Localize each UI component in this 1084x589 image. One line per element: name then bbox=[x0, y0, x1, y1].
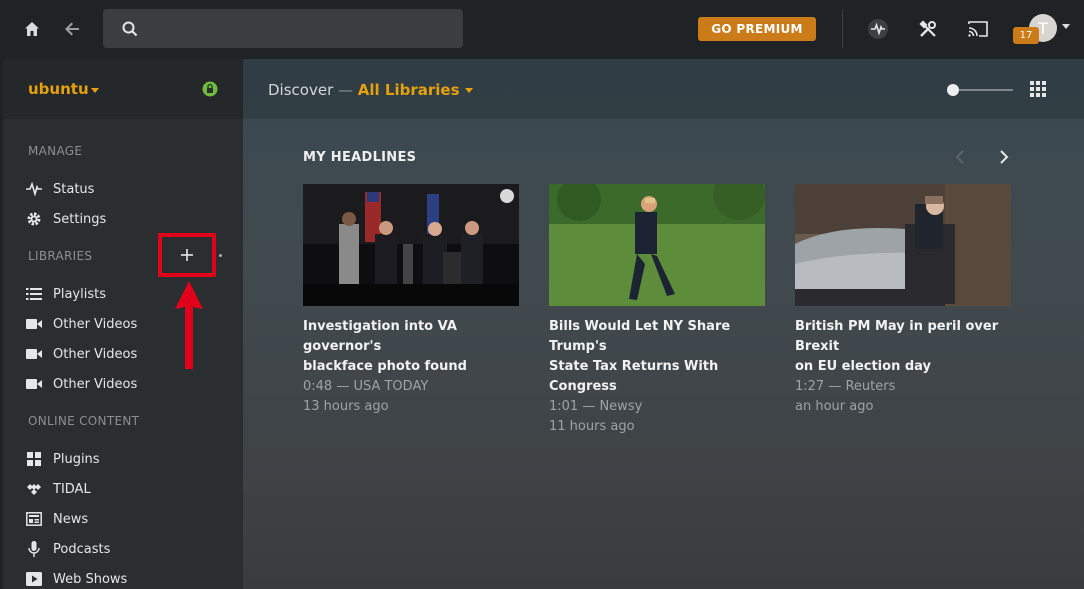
go-premium-button[interactable]: GO PREMIUM bbox=[698, 17, 816, 41]
headline-title[interactable]: Bills Would Let NY Share Trump's State T… bbox=[549, 317, 765, 397]
breadcrumb: Discover — All Libraries bbox=[268, 81, 473, 99]
chevron-left-icon[interactable] bbox=[951, 148, 969, 166]
headline-time: an hour ago bbox=[795, 399, 874, 414]
chevron-right-icon[interactable] bbox=[995, 148, 1013, 166]
headline-title-line: Bills Would Let NY Share Trump's bbox=[549, 319, 731, 354]
headline-title-line: Investigation into VA governor's bbox=[303, 319, 457, 354]
video-icon bbox=[25, 375, 43, 393]
headline-card[interactable]: Bills Would Let NY Share Trump's State T… bbox=[549, 184, 765, 437]
back-icon[interactable] bbox=[60, 17, 84, 41]
headline-title-line: blackface photo found bbox=[303, 359, 467, 374]
video-icon bbox=[25, 345, 43, 363]
poster-size-slider[interactable] bbox=[953, 89, 1013, 91]
chevron-down-icon[interactable] bbox=[1062, 24, 1070, 29]
tools-icon[interactable] bbox=[916, 17, 940, 41]
sidebar-item-label: Other Videos bbox=[53, 376, 138, 392]
grid-view-icon[interactable] bbox=[1030, 81, 1046, 97]
sidebar-item-label: Podcasts bbox=[53, 541, 111, 557]
headline-source: 0:48 — USA TODAY bbox=[303, 379, 429, 394]
sidebar-item-news[interactable]: News bbox=[25, 508, 225, 530]
search-icon bbox=[122, 21, 138, 37]
main-content: Discover — All Libraries MY HEADLINES In… bbox=[243, 59, 1084, 589]
section-title[interactable]: MY HEADLINES bbox=[303, 150, 416, 165]
news-icon bbox=[25, 510, 43, 528]
headline-thumbnail[interactable] bbox=[795, 184, 1011, 306]
sidebar-item-label: Settings bbox=[53, 211, 107, 227]
tidal-icon bbox=[25, 480, 43, 498]
play-icon bbox=[25, 570, 43, 588]
headline-card[interactable]: Investigation into VA governor's blackfa… bbox=[303, 184, 519, 417]
headline-title-line: State Tax Returns With Congress bbox=[549, 359, 719, 394]
top-bar: GO PREMIUM T 17 bbox=[0, 0, 1084, 59]
list-icon bbox=[25, 285, 43, 303]
headline-title[interactable]: British PM May in peril over Brexit on E… bbox=[795, 317, 1011, 377]
headline-thumbnail[interactable] bbox=[303, 184, 519, 306]
sidebar-item-label: Web Shows bbox=[53, 571, 128, 587]
more-icon[interactable] bbox=[219, 254, 222, 257]
sidebar-item-label: News bbox=[53, 511, 89, 527]
sidebar-item-plugins[interactable]: Plugins bbox=[25, 448, 225, 470]
toolbar-divider bbox=[842, 10, 843, 48]
sidebar-item-podcasts[interactable]: Podcasts bbox=[25, 538, 225, 560]
headline-source: 1:01 — Newsy bbox=[549, 399, 643, 414]
section-title-libraries: LIBRARIES bbox=[28, 249, 93, 263]
server-name[interactable]: ubuntu bbox=[28, 80, 89, 98]
sidebar-item-other-videos[interactable]: Other Videos bbox=[25, 343, 225, 365]
headline-thumbnail[interactable] bbox=[549, 184, 765, 306]
cast-icon[interactable] bbox=[966, 17, 990, 41]
slider-handle[interactable] bbox=[947, 84, 959, 96]
section-title-online-content: ONLINE CONTENT bbox=[28, 414, 140, 428]
home-icon[interactable] bbox=[20, 17, 44, 41]
search-input[interactable] bbox=[147, 17, 447, 41]
headline-title-line: British PM May in peril over Brexit bbox=[795, 319, 999, 354]
headline-card[interactable]: British PM May in peril over Brexit on E… bbox=[795, 184, 1011, 417]
sidebar: ubuntu MANAGE Status Settings LIBRARIES … bbox=[3, 59, 243, 589]
headline-title[interactable]: Investigation into VA governor's blackfa… bbox=[303, 317, 519, 377]
activity-icon bbox=[25, 180, 43, 198]
plus-icon bbox=[181, 249, 193, 261]
sidebar-item-label: Status bbox=[53, 181, 95, 197]
headline-time: 11 hours ago bbox=[549, 419, 635, 434]
microphone-icon bbox=[25, 540, 43, 558]
notification-badge: 17 bbox=[1013, 27, 1039, 44]
breadcrumb-separator: — bbox=[338, 81, 354, 99]
main-header: Discover — All Libraries bbox=[243, 59, 1084, 119]
add-library-button[interactable] bbox=[158, 233, 216, 277]
section-title-manage: MANAGE bbox=[28, 144, 83, 158]
sidebar-item-label: Plugins bbox=[53, 451, 100, 467]
activity-icon[interactable] bbox=[866, 17, 890, 41]
chevron-down-icon[interactable] bbox=[464, 88, 473, 93]
sidebar-item-tidal[interactable]: TIDAL bbox=[25, 478, 225, 500]
headline-time: 13 hours ago bbox=[303, 399, 389, 414]
chevron-down-icon[interactable] bbox=[91, 88, 99, 93]
sidebar-item-label: Playlists bbox=[53, 286, 106, 302]
sidebar-item-label: Other Videos bbox=[53, 316, 138, 332]
video-icon bbox=[25, 315, 43, 333]
sidebar-item-status[interactable]: Status bbox=[25, 178, 225, 200]
sidebar-item-playlists[interactable]: Playlists bbox=[25, 283, 225, 305]
library-selector[interactable]: All Libraries bbox=[358, 81, 460, 99]
sidebar-item-web-shows[interactable]: Web Shows bbox=[25, 568, 225, 589]
lock-icon bbox=[202, 81, 218, 97]
headline-title-line: on EU election day bbox=[795, 359, 932, 374]
gear-icon bbox=[25, 210, 43, 228]
sidebar-item-label: TIDAL bbox=[53, 481, 91, 497]
headline-source: 1:27 — Reuters bbox=[795, 379, 896, 394]
search-box[interactable] bbox=[103, 9, 463, 48]
sidebar-item-label: Other Videos bbox=[53, 346, 138, 362]
sidebar-item-other-videos[interactable]: Other Videos bbox=[25, 313, 225, 335]
plugins-icon bbox=[25, 450, 43, 468]
breadcrumb-discover[interactable]: Discover bbox=[268, 81, 333, 99]
server-selector[interactable]: ubuntu bbox=[3, 59, 243, 119]
sidebar-item-settings[interactable]: Settings bbox=[25, 208, 225, 230]
sidebar-item-other-videos[interactable]: Other Videos bbox=[25, 373, 225, 395]
